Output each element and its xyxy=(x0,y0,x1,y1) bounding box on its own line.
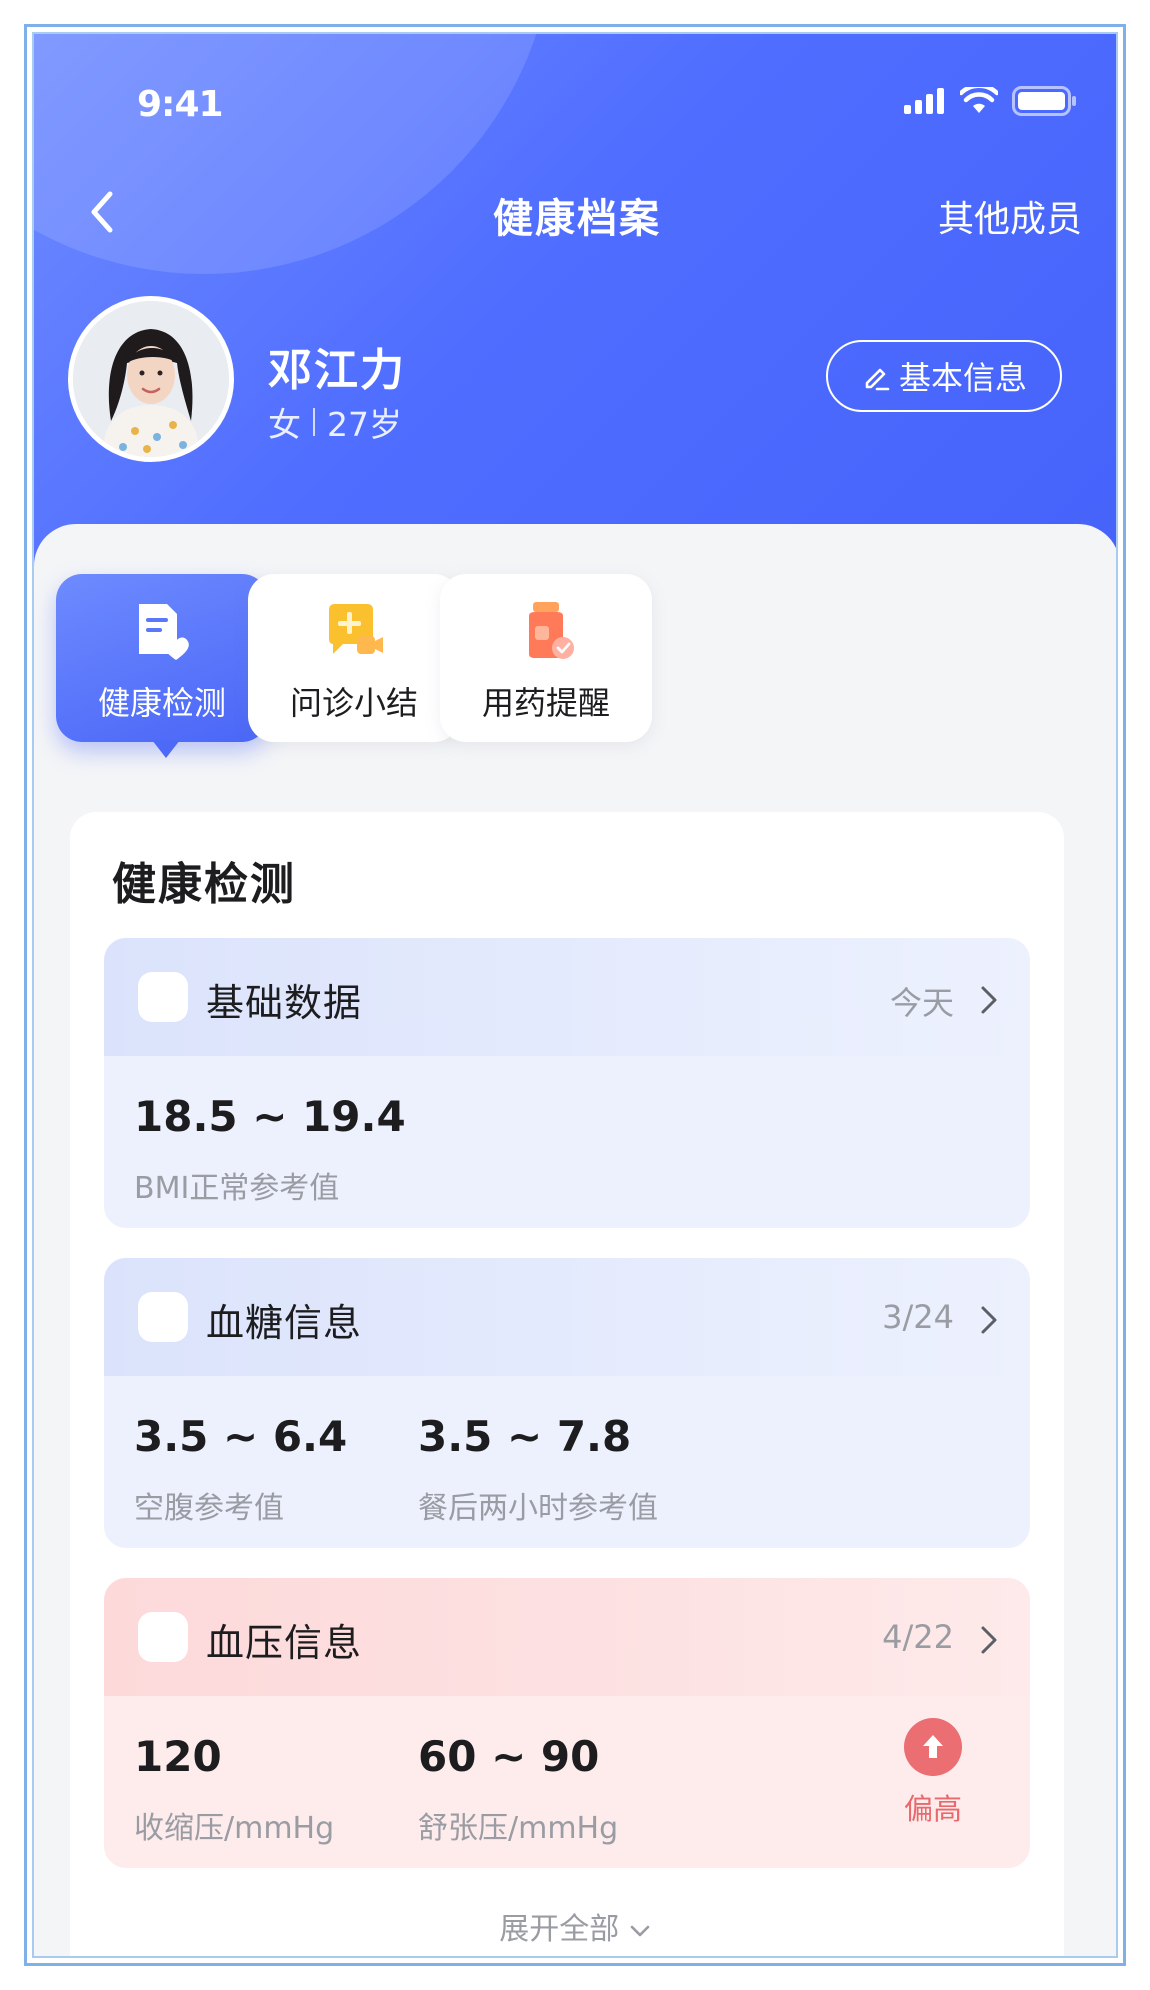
heart-file-icon xyxy=(139,604,189,660)
content-sheet: 健康检测 问诊小结 用药提醒 健康检测 基础数据 今天 18.5 ~ 19.4 … xyxy=(34,524,1116,1956)
panel-title: 基础数据 xyxy=(206,981,363,1025)
chevron-right-icon[interactable] xyxy=(978,982,1000,1018)
basic-info-button[interactable]: 基本信息 xyxy=(826,340,1062,412)
signal-icon xyxy=(904,88,944,114)
blood-sugar-panel[interactable]: 血糖信息 3/24 3.5 ~ 6.4 空腹参考值 3.5 ~ 7.8 餐后两小… xyxy=(104,1258,1030,1548)
diastolic-metric: 60 ~ 90 舒张压/mmHg xyxy=(418,1732,618,1847)
phone-screen: 9:41 健康档案 其他成员 邓江力 女 27岁 基本信息 健康检测 问诊小结 … xyxy=(32,32,1118,1958)
tab-consultation-summary[interactable]: 问诊小结 xyxy=(248,574,460,742)
metric-value: 120 xyxy=(134,1732,222,1781)
basic-data-panel[interactable]: 基础数据 今天 18.5 ~ 19.4 BMI正常参考值 xyxy=(104,938,1030,1228)
expand-all-label: 展开全部 xyxy=(499,1912,620,1947)
metric-label: BMI正常参考值 xyxy=(134,1171,340,1206)
panel-title: 血糖信息 xyxy=(206,1301,363,1345)
metric-value: 3.5 ~ 6.4 xyxy=(134,1412,348,1461)
tab-label: 问诊小结 xyxy=(289,684,418,722)
arrow-up-circle-icon xyxy=(904,1718,962,1776)
expand-all-button[interactable]: 展开全部 xyxy=(34,1904,1116,1948)
metric-value: 3.5 ~ 7.8 xyxy=(418,1412,632,1461)
tab-health-check[interactable]: 健康检测 xyxy=(56,574,268,758)
user-age: 27岁 xyxy=(327,405,402,444)
high-alert: 偏高 xyxy=(898,1718,968,1828)
status-time: 9:41 xyxy=(137,84,224,125)
bmi-metric: 18.5 ~ 19.4 BMI正常参考值 xyxy=(134,1092,406,1207)
health-check-card: 健康检测 基础数据 今天 18.5 ~ 19.4 BMI正常参考值 血糖信息 3… xyxy=(70,812,1064,1956)
basic-info-label: 基本信息 xyxy=(898,359,1027,397)
wifi-icon xyxy=(960,87,998,113)
alert-label: 偏高 xyxy=(903,1792,962,1826)
postprandial-metric: 3.5 ~ 7.8 餐后两小时参考值 xyxy=(418,1412,658,1527)
panel-icon-placeholder xyxy=(138,972,188,1022)
tab-label: 用药提醒 xyxy=(481,684,610,722)
battery-icon xyxy=(1012,86,1076,116)
chevron-right-icon[interactable] xyxy=(978,1622,1000,1658)
metric-label: 空腹参考值 xyxy=(134,1491,284,1526)
panel-date: 4/22 xyxy=(882,1618,954,1656)
metric-value: 18.5 ~ 19.4 xyxy=(134,1092,406,1141)
panel-header: 血糖信息 3/24 xyxy=(104,1258,1030,1376)
metric-label: 舒张压/mmHg xyxy=(418,1811,619,1846)
active-tab-pointer xyxy=(152,740,180,758)
panel-body: 18.5 ~ 19.4 BMI正常参考值 xyxy=(104,1056,1030,1228)
tab-label: 健康检测 xyxy=(97,684,226,722)
blood-pressure-panel[interactable]: 血压信息 4/22 120 收缩压/mmHg 60 ~ 90 舒张压/mmHg xyxy=(104,1578,1030,1868)
panel-icon-placeholder xyxy=(138,1612,188,1662)
panel-body: 120 收缩压/mmHg 60 ~ 90 舒张压/mmHg 偏高 xyxy=(104,1696,1030,1868)
user-name: 邓江力 xyxy=(268,345,406,396)
avatar xyxy=(68,296,234,462)
tab-medication-reminder[interactable]: 用药提醒 xyxy=(440,574,652,742)
panel-date: 3/24 xyxy=(882,1298,954,1336)
other-members-link[interactable]: 其他成员 xyxy=(938,190,1082,242)
user-gender: 女 xyxy=(268,405,301,444)
panel-title: 血压信息 xyxy=(206,1621,363,1665)
panel-header: 基础数据 今天 xyxy=(104,938,1030,1056)
metric-label: 餐后两小时参考值 xyxy=(418,1491,658,1526)
medicine-bottle-icon xyxy=(529,602,574,659)
panel-body: 3.5 ~ 6.4 空腹参考值 3.5 ~ 7.8 餐后两小时参考值 xyxy=(104,1376,1030,1548)
panel-icon-placeholder xyxy=(138,1292,188,1342)
section-title: 健康检测 xyxy=(112,859,296,910)
systolic-metric: 120 收缩压/mmHg xyxy=(134,1732,334,1847)
profile-header: 9:41 健康档案 其他成员 邓江力 女 27岁 基本信息 xyxy=(34,34,1116,594)
meta-divider xyxy=(313,408,315,436)
user-meta: 女 27岁 xyxy=(268,398,402,446)
metric-value: 60 ~ 90 xyxy=(418,1732,600,1781)
edit-pencil-icon xyxy=(865,368,890,391)
status-icons xyxy=(904,86,1078,116)
avatar-portrait xyxy=(73,301,229,457)
chevron-down-icon xyxy=(630,1925,650,1936)
panel-header: 血压信息 4/22 xyxy=(104,1578,1030,1696)
chat-video-icon xyxy=(329,604,383,654)
chevron-right-icon[interactable] xyxy=(978,1302,1000,1338)
panel-date: 今天 xyxy=(889,984,954,1022)
fasting-metric: 3.5 ~ 6.4 空腹参考值 xyxy=(134,1412,347,1527)
metric-label: 收缩压/mmHg xyxy=(134,1811,335,1846)
